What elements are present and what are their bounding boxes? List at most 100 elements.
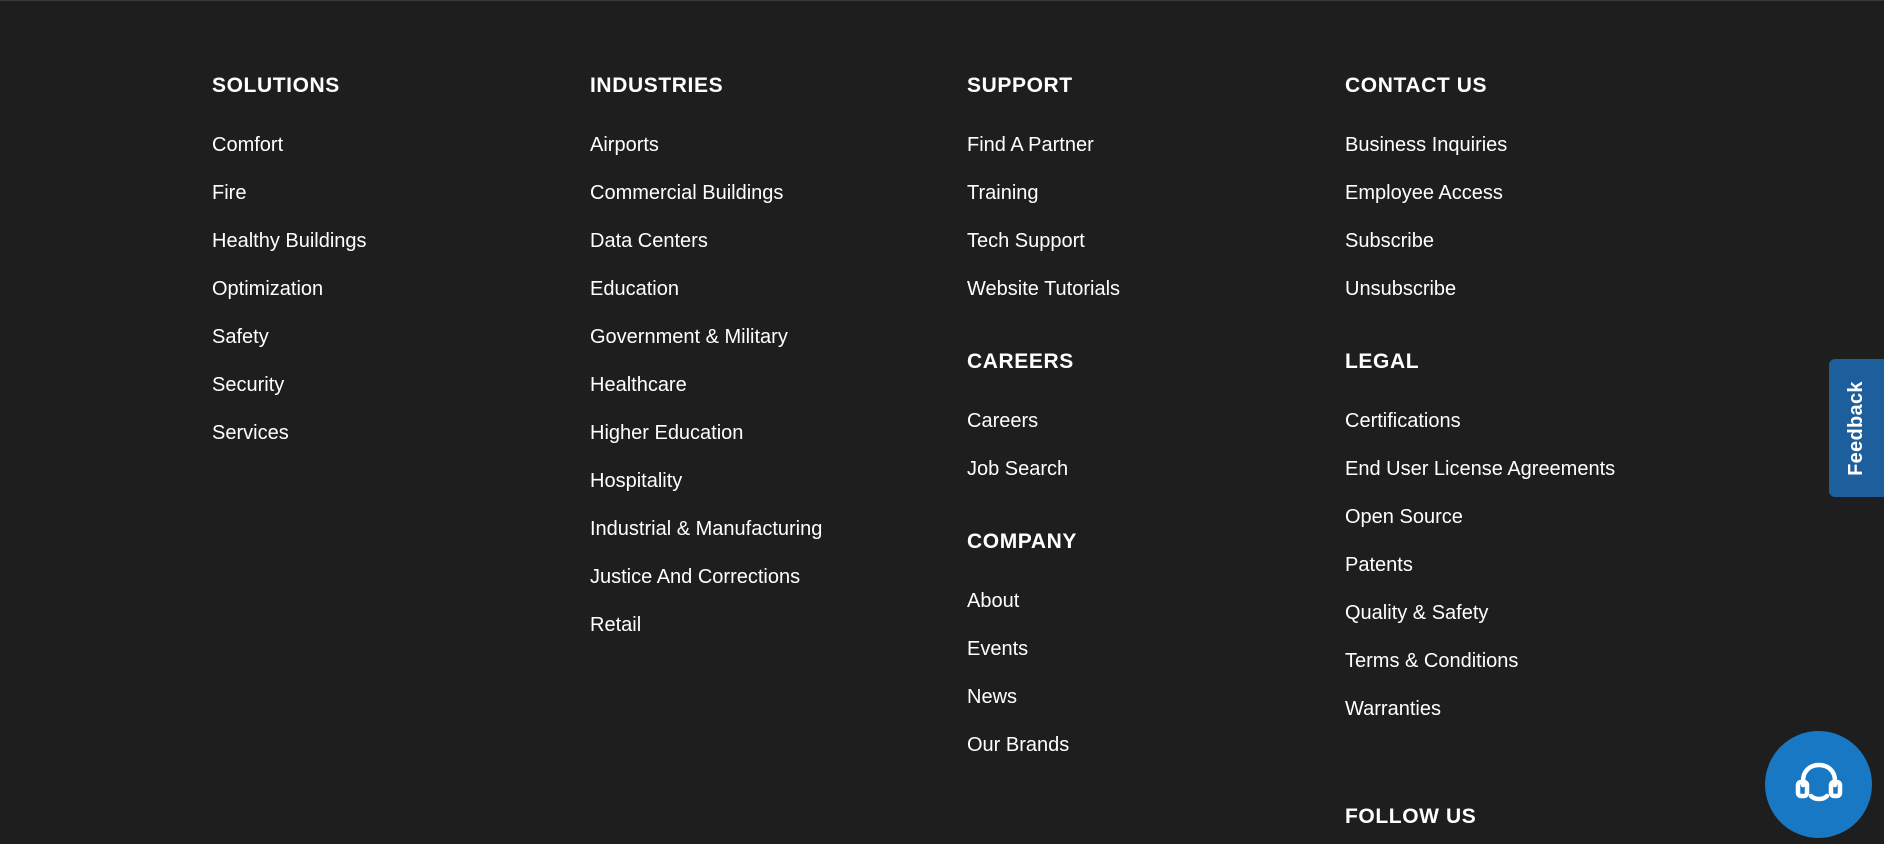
- footer-links-careers: Careers Job Search: [967, 375, 1120, 505]
- list-item: News: [967, 685, 1120, 733]
- list-item: Find A Partner: [967, 133, 1120, 181]
- footer-heading-contact-us: CONTACT US: [1345, 74, 1488, 97]
- footer-link-careers[interactable]: Careers: [967, 410, 1038, 432]
- footer-link-education[interactable]: Education: [590, 278, 679, 300]
- footer-column-industries: INDUSTRIES Airports Commercial Buildings…: [590, 72, 822, 661]
- footer-column-contact: CONTACT US Business Inquiries Employee A…: [1345, 72, 1615, 830]
- list-item: Website Tutorials: [967, 277, 1120, 325]
- list-item: Fire: [212, 181, 367, 229]
- list-item: Services: [212, 421, 367, 469]
- list-item: Data Centers: [590, 229, 822, 277]
- footer-link-higher-education[interactable]: Higher Education: [590, 422, 743, 444]
- footer-link-website-tutorials[interactable]: Website Tutorials: [967, 278, 1120, 300]
- list-item: Optimization: [212, 277, 367, 325]
- footer-link-comfort[interactable]: Comfort: [212, 134, 283, 156]
- list-item: End User License Agreements: [1345, 457, 1615, 505]
- feedback-tab[interactable]: Feedback: [1829, 359, 1884, 497]
- footer-link-terms-conditions[interactable]: Terms & Conditions: [1345, 650, 1518, 672]
- footer-link-services[interactable]: Services: [212, 422, 289, 444]
- footer-link-warranties[interactable]: Warranties: [1345, 698, 1441, 720]
- site-footer: SOLUTIONS Comfort Fire Healthy Buildings…: [0, 0, 1884, 844]
- support-chat-button[interactable]: [1765, 731, 1872, 838]
- list-item: Quality & Safety: [1345, 601, 1615, 649]
- list-item: Security: [212, 373, 367, 421]
- footer-links-contact-us: Business Inquiries Employee Access Subsc…: [1345, 99, 1615, 325]
- footer-heading-follow-us: FOLLOW US: [1345, 805, 1477, 828]
- footer-link-find-a-partner[interactable]: Find A Partner: [967, 134, 1094, 156]
- list-item: Commercial Buildings: [590, 181, 822, 229]
- footer-link-hospitality[interactable]: Hospitality: [590, 470, 682, 492]
- footer-link-government-military[interactable]: Government & Military: [590, 326, 788, 348]
- footer-link-employee-access[interactable]: Employee Access: [1345, 182, 1503, 204]
- list-item: Our Brands: [967, 733, 1120, 781]
- footer-link-data-centers[interactable]: Data Centers: [590, 230, 708, 252]
- footer-link-job-search[interactable]: Job Search: [967, 458, 1068, 480]
- list-item: Safety: [212, 325, 367, 373]
- list-item: Training: [967, 181, 1120, 229]
- list-item: Events: [967, 637, 1120, 685]
- footer-link-certifications[interactable]: Certifications: [1345, 410, 1461, 432]
- footer-link-our-brands[interactable]: Our Brands: [967, 734, 1069, 756]
- footer-link-quality-safety[interactable]: Quality & Safety: [1345, 602, 1488, 624]
- footer-heading-legal: LEGAL: [1345, 350, 1420, 373]
- footer-link-eula[interactable]: End User License Agreements: [1345, 458, 1615, 480]
- footer-heading-careers: CAREERS: [967, 350, 1074, 373]
- list-item: Business Inquiries: [1345, 133, 1615, 181]
- list-item: Government & Military: [590, 325, 822, 373]
- list-item: Warranties: [1345, 697, 1615, 745]
- list-item: Employee Access: [1345, 181, 1615, 229]
- footer-link-open-source[interactable]: Open Source: [1345, 506, 1463, 528]
- footer-link-commercial-buildings[interactable]: Commercial Buildings: [590, 182, 783, 204]
- list-item: Certifications: [1345, 409, 1615, 457]
- footer-links-industries: Airports Commercial Buildings Data Cente…: [590, 99, 822, 661]
- list-item: Comfort: [212, 133, 367, 181]
- list-item: Airports: [590, 133, 822, 181]
- list-item: Justice And Corrections: [590, 565, 822, 613]
- footer-link-justice-corrections[interactable]: Justice And Corrections: [590, 566, 800, 588]
- footer-link-subscribe[interactable]: Subscribe: [1345, 230, 1434, 252]
- footer-links-solutions: Comfort Fire Healthy Buildings Optimizat…: [212, 99, 367, 469]
- list-item: Retail: [590, 613, 822, 661]
- list-item: Industrial & Manufacturing: [590, 517, 822, 565]
- list-item: About: [967, 589, 1120, 637]
- list-item: Education: [590, 277, 822, 325]
- footer-heading-company: COMPANY: [967, 530, 1077, 553]
- list-item: Hospitality: [590, 469, 822, 517]
- list-item: Open Source: [1345, 505, 1615, 553]
- footer-link-business-inquiries[interactable]: Business Inquiries: [1345, 134, 1507, 156]
- footer-link-retail[interactable]: Retail: [590, 614, 641, 636]
- footer-link-about[interactable]: About: [967, 590, 1019, 612]
- feedback-label: Feedback: [1845, 380, 1868, 476]
- footer-heading-support: SUPPORT: [967, 74, 1073, 97]
- list-item: Patents: [1345, 553, 1615, 601]
- footer-link-airports[interactable]: Airports: [590, 134, 659, 156]
- footer-link-security[interactable]: Security: [212, 374, 284, 396]
- footer-link-healthy-buildings[interactable]: Healthy Buildings: [212, 230, 367, 252]
- footer-link-tech-support[interactable]: Tech Support: [967, 230, 1085, 252]
- footer-link-optimization[interactable]: Optimization: [212, 278, 323, 300]
- footer-heading-industries: INDUSTRIES: [590, 74, 724, 97]
- footer-link-patents[interactable]: Patents: [1345, 554, 1413, 576]
- list-item: Tech Support: [967, 229, 1120, 277]
- list-item: Careers: [967, 409, 1120, 457]
- list-item: Subscribe: [1345, 229, 1615, 277]
- footer-link-training[interactable]: Training: [967, 182, 1039, 204]
- list-item: Unsubscribe: [1345, 277, 1615, 325]
- footer-link-fire[interactable]: Fire: [212, 182, 246, 204]
- list-item: Higher Education: [590, 421, 822, 469]
- footer-link-healthcare[interactable]: Healthcare: [590, 374, 687, 396]
- list-item: Terms & Conditions: [1345, 649, 1615, 697]
- list-item: Healthy Buildings: [212, 229, 367, 277]
- footer-links-legal: Certifications End User License Agreemen…: [1345, 375, 1615, 745]
- footer-link-events[interactable]: Events: [967, 638, 1028, 660]
- footer-link-industrial-manufacturing[interactable]: Industrial & Manufacturing: [590, 518, 822, 540]
- headset-icon: [1795, 762, 1842, 801]
- list-item: Healthcare: [590, 373, 822, 421]
- footer-links-company: About Events News Our Brands: [967, 555, 1120, 781]
- footer-link-safety[interactable]: Safety: [212, 326, 269, 348]
- footer-link-unsubscribe[interactable]: Unsubscribe: [1345, 278, 1456, 300]
- footer-links-support: Find A Partner Training Tech Support Web…: [967, 99, 1120, 325]
- footer-heading-solutions: SOLUTIONS: [212, 74, 340, 97]
- footer-column-support: SUPPORT Find A Partner Training Tech Sup…: [967, 72, 1120, 781]
- footer-link-news[interactable]: News: [967, 686, 1017, 708]
